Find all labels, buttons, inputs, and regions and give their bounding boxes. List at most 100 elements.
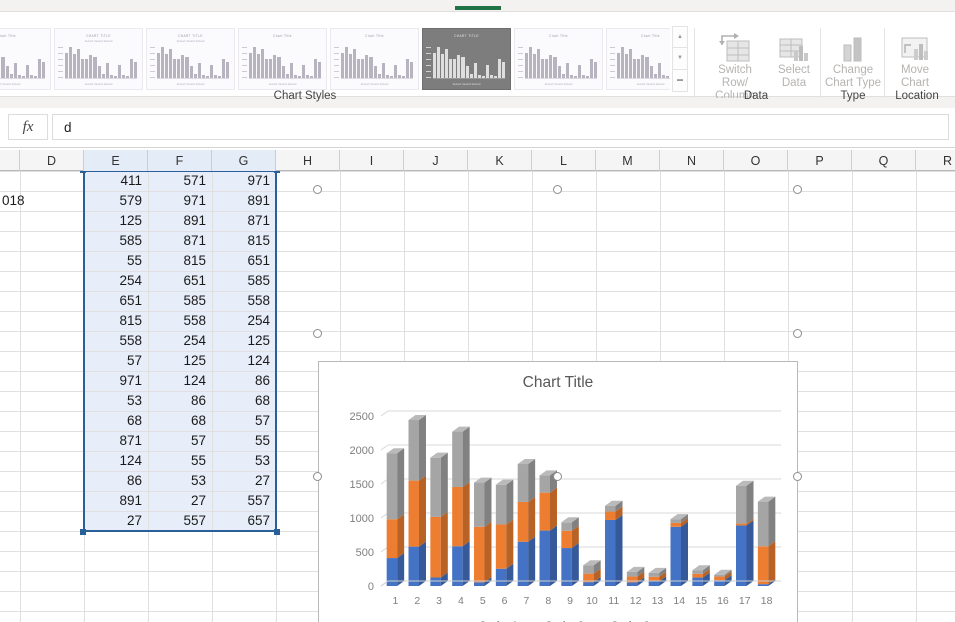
chart-bar-segment[interactable] bbox=[714, 574, 725, 577]
cell-F11[interactable]: 124 bbox=[148, 371, 212, 391]
cell-F17[interactable]: 27 bbox=[148, 491, 212, 511]
chart-resize-handle-e[interactable] bbox=[793, 328, 802, 338]
formula-input[interactable]: d bbox=[52, 114, 949, 140]
chart-bar-segment[interactable] bbox=[430, 457, 441, 517]
chart-bar-segment[interactable] bbox=[408, 420, 419, 481]
column-header-n[interactable]: N bbox=[660, 150, 724, 171]
chart-bar-segment[interactable] bbox=[626, 576, 638, 583]
chart-bar-segment[interactable] bbox=[561, 522, 572, 531]
chart-bar-segment[interactable] bbox=[736, 485, 747, 524]
chart-bar-segment[interactable] bbox=[474, 482, 485, 527]
cell-C2[interactable]: 018 bbox=[2, 191, 50, 211]
chart-bar-segment[interactable] bbox=[430, 577, 441, 587]
cell-F14[interactable]: 57 bbox=[148, 431, 212, 451]
chart-bar-segment[interactable] bbox=[539, 492, 550, 531]
cell-E8[interactable]: 815 bbox=[84, 311, 148, 331]
spreadsheet-grid[interactable]: 018 Chart Title 0 500 1000 1500 2000 2500 1 2 3 4… bbox=[0, 171, 955, 622]
chart-bar-segment[interactable] bbox=[430, 516, 441, 578]
cell-G6[interactable]: 585 bbox=[212, 271, 276, 291]
cell-F3[interactable]: 891 bbox=[148, 211, 212, 231]
column-header-e[interactable]: E bbox=[84, 150, 148, 171]
cell-E10[interactable]: 57 bbox=[84, 351, 148, 371]
column-header-g[interactable]: G bbox=[212, 150, 276, 171]
gallery-scroll-up-button[interactable]: ▲ bbox=[673, 27, 687, 49]
chart-resize-handle-sw[interactable] bbox=[313, 472, 322, 481]
column-header-o[interactable]: O bbox=[724, 150, 788, 171]
cell-G9[interactable]: 125 bbox=[212, 331, 276, 351]
column-header-h[interactable]: H bbox=[276, 150, 340, 171]
gallery-more-button[interactable]: ▬ bbox=[673, 70, 687, 91]
chart-bar-segment[interactable] bbox=[605, 505, 616, 512]
chart-style-thumb[interactable]: CHART TITLE Series1 Series2 Series3 Series… bbox=[146, 28, 235, 90]
cell-E1[interactable]: 411 bbox=[84, 171, 148, 191]
chart-bar-segment[interactable] bbox=[583, 582, 594, 586]
cell-G8[interactable]: 254 bbox=[212, 311, 276, 331]
column-header-i[interactable]: I bbox=[340, 150, 404, 171]
cell-G15[interactable]: 53 bbox=[212, 451, 276, 471]
cell-F7[interactable]: 585 bbox=[148, 291, 212, 311]
cell-E16[interactable]: 86 bbox=[84, 471, 148, 491]
chart-bar-segment[interactable] bbox=[648, 572, 660, 577]
cell-G16[interactable]: 27 bbox=[212, 471, 276, 491]
chart-bar-segment[interactable] bbox=[714, 576, 725, 581]
chart-bar-segment[interactable] bbox=[408, 480, 419, 547]
chart-bar-segment[interactable] bbox=[386, 558, 398, 586]
chart-resize-handle-w[interactable] bbox=[313, 328, 322, 338]
chart-bar-segment[interactable] bbox=[561, 548, 572, 586]
column-header-f[interactable]: F bbox=[148, 150, 212, 171]
chart-bar-segment[interactable] bbox=[539, 475, 550, 493]
cell-G18[interactable]: 657 bbox=[212, 511, 276, 531]
chart-style-thumb[interactable]: CHART TITLE Series1 Series2 Series3 bbox=[422, 28, 511, 90]
chart-bar-segment[interactable] bbox=[517, 541, 529, 586]
chart-styles-gallery[interactable]: Chart TitleSeries1 Series2 Series3CHART … bbox=[0, 25, 670, 93]
chart-bar-segment[interactable] bbox=[692, 577, 703, 586]
chart-bar-segment[interactable] bbox=[495, 484, 507, 525]
cell-F5[interactable]: 815 bbox=[148, 251, 212, 271]
chart-style-thumb[interactable]: Chart Title Series1 Series2 Series3 bbox=[330, 28, 419, 90]
column-header-l[interactable]: L bbox=[532, 150, 596, 171]
cell-F2[interactable]: 971 bbox=[148, 191, 212, 211]
cell-G11[interactable]: 86 bbox=[212, 371, 276, 391]
column-header-p[interactable]: P bbox=[788, 150, 852, 171]
chart-resize-handle-s[interactable] bbox=[553, 472, 562, 481]
chart-bar-segment[interactable] bbox=[386, 453, 398, 520]
chart-bar-segment[interactable] bbox=[757, 546, 769, 585]
chart-object[interactable]: Chart Title 0 500 1000 1500 2000 2500 1 2 3 4 5 6 7 8… bbox=[318, 361, 798, 622]
chart-bar-segment[interactable] bbox=[626, 571, 638, 577]
chart-bar-segment[interactable] bbox=[583, 565, 594, 574]
cell-F1[interactable]: 571 bbox=[148, 171, 212, 191]
cell-F18[interactable]: 557 bbox=[148, 511, 212, 531]
cell-F10[interactable]: 125 bbox=[148, 351, 212, 371]
chart-bar-segment[interactable] bbox=[626, 582, 638, 586]
column-header-c[interactable] bbox=[0, 150, 20, 171]
chart-resize-handle-se[interactable] bbox=[793, 472, 802, 481]
chart-bar-segment[interactable] bbox=[386, 519, 398, 559]
chart-bar-segment[interactable] bbox=[452, 546, 463, 586]
chart-bar-segment[interactable] bbox=[648, 581, 660, 586]
cell-F4[interactable]: 871 bbox=[148, 231, 212, 251]
cell-F15[interactable]: 55 bbox=[148, 451, 212, 471]
cell-G7[interactable]: 558 bbox=[212, 291, 276, 311]
move-chart-button[interactable]: Move Chart bbox=[886, 30, 944, 90]
chart-style-thumb[interactable]: CHART TITLE Series1 Series2 Series3 Series… bbox=[54, 28, 143, 90]
cell-F13[interactable]: 68 bbox=[148, 411, 212, 431]
cell-G4[interactable]: 815 bbox=[212, 231, 276, 251]
chart-bar-segment[interactable] bbox=[408, 546, 419, 586]
column-headers[interactable]: DEFGHIJKLMNOPQR bbox=[0, 150, 955, 171]
cell-F6[interactable]: 651 bbox=[148, 271, 212, 291]
cell-E9[interactable]: 558 bbox=[84, 331, 148, 351]
chart-plot-area[interactable]: 050010001500200025001 2 3 4 5 6 7 8 9 10 11 12 13 14 1… bbox=[319, 362, 799, 622]
chart-bar-segment[interactable] bbox=[736, 525, 747, 586]
chart-resize-handle-nw[interactable] bbox=[313, 185, 322, 194]
chart-bar-segment[interactable] bbox=[670, 522, 681, 527]
chart-bar-segment[interactable] bbox=[692, 570, 703, 574]
chart-resize-handle-ne[interactable] bbox=[793, 185, 802, 194]
chart-bar-segment[interactable] bbox=[517, 501, 529, 542]
cell-E17[interactable]: 891 bbox=[84, 491, 148, 511]
chart-bar-segment[interactable] bbox=[757, 584, 769, 586]
chart-style-thumb[interactable]: Chart Title Series1 Series2 Series3 bbox=[606, 28, 670, 90]
cell-F8[interactable]: 558 bbox=[148, 311, 212, 331]
chart-bar-segment[interactable] bbox=[474, 582, 485, 586]
column-header-r[interactable]: R bbox=[916, 150, 955, 171]
chart-bar-segment[interactable] bbox=[670, 519, 681, 523]
